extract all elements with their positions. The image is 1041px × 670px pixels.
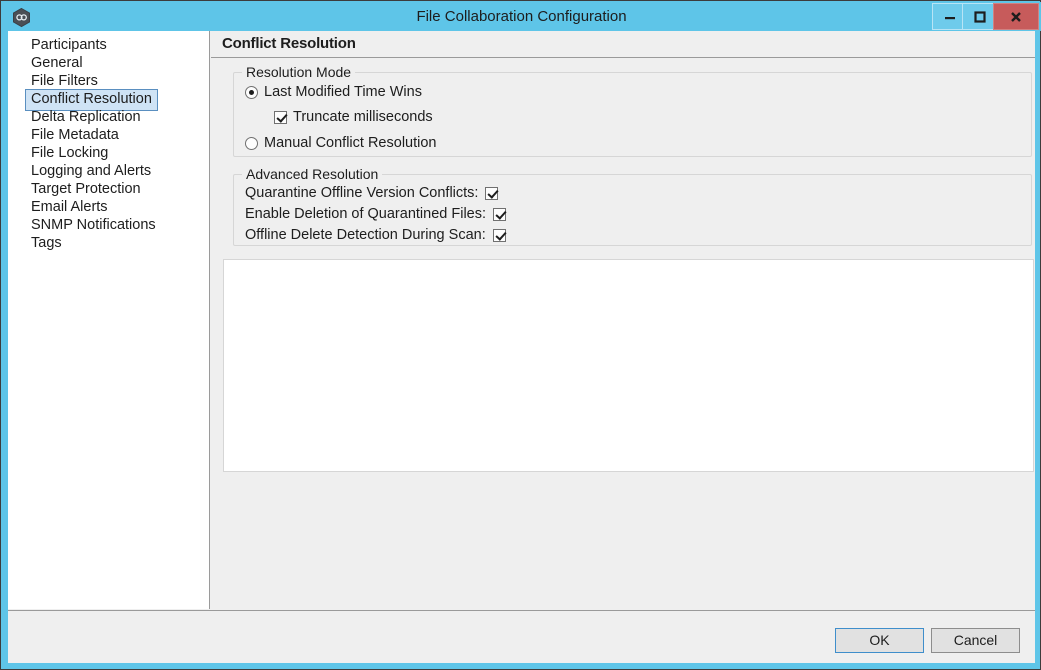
- radio-last-modified-time-wins[interactable]: Last Modified Time Wins: [245, 84, 422, 100]
- dialog-footer: OK Cancel: [8, 611, 1035, 663]
- radio-last-modified-label: Last Modified Time Wins: [264, 84, 422, 100]
- advanced-option-label: Enable Deletion of Quarantined Files:: [245, 206, 487, 222]
- maximize-icon: [973, 10, 986, 23]
- minimize-icon: [944, 16, 955, 19]
- settings-detail-pane: Conflict Resolution Resolution Mode Last…: [211, 31, 1035, 609]
- advanced-option-label: Offline Delete Detection During Scan:: [245, 227, 486, 243]
- page-title: Conflict Resolution: [222, 35, 356, 52]
- close-button[interactable]: [993, 3, 1039, 30]
- navigation-list: Participants General File Filters Conflict …: [8, 31, 209, 251]
- advanced-option-row[interactable]: Offline Delete Detection During Scan:: [245, 227, 506, 243]
- advanced-option-label: Quarantine Offline Version Conflicts:: [245, 185, 479, 201]
- ok-button[interactable]: OK: [835, 628, 924, 653]
- title-bar: File Collaboration Configuration: [2, 2, 1041, 31]
- advanced-option-row[interactable]: Quarantine Offline Version Conflicts:: [245, 185, 499, 201]
- maximize-button[interactable]: [962, 3, 997, 30]
- window-title: File Collaboration Configuration: [416, 8, 627, 25]
- pane-header: Conflict Resolution: [211, 31, 1035, 58]
- checkbox-truncate-milliseconds-label: Truncate milliseconds: [293, 109, 433, 125]
- settings-navigation-sidebar: Participants General File Filters Conflict …: [8, 31, 210, 609]
- radio-manual-conflict-resolution[interactable]: Manual Conflict Resolution: [245, 135, 436, 151]
- checkbox-indicator[interactable]: [274, 110, 287, 124]
- advanced-resolution-group: Advanced Resolution Quarantine Offline V…: [233, 166, 1032, 246]
- client-area: Participants General File Filters Conflict …: [8, 31, 1035, 663]
- resolution-mode-legend: Resolution Mode: [242, 64, 356, 80]
- checkbox-truncate-milliseconds[interactable]: Truncate milliseconds: [274, 109, 433, 125]
- radio-manual-label: Manual Conflict Resolution: [264, 135, 437, 151]
- dialog-window: File Collaboration Configuration Partici…: [0, 0, 1041, 670]
- radio-indicator[interactable]: [245, 136, 258, 150]
- close-icon: [1011, 11, 1021, 22]
- checkbox-indicator[interactable]: [485, 186, 499, 200]
- checkbox-indicator[interactable]: [493, 207, 507, 221]
- advanced-resolution-legend: Advanced Resolution: [242, 166, 383, 182]
- sidebar-item-tags[interactable]: Tags: [25, 233, 68, 255]
- cancel-button[interactable]: Cancel: [931, 628, 1020, 653]
- advanced-option-row[interactable]: Enable Deletion of Quarantined Files:: [245, 206, 507, 222]
- resolution-mode-group: Resolution Mode Last Modified Time Wins …: [233, 64, 1032, 157]
- radio-indicator[interactable]: [245, 85, 258, 99]
- detail-content-panel: [223, 259, 1034, 472]
- checkbox-indicator[interactable]: [492, 228, 506, 242]
